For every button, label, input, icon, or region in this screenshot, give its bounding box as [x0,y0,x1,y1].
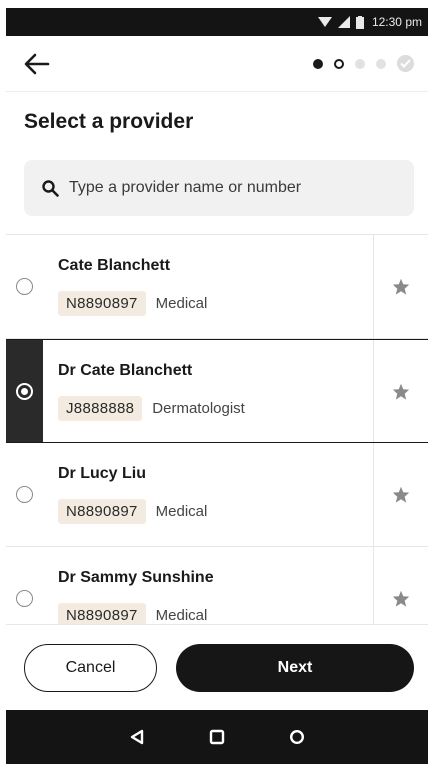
favorite-button[interactable] [374,235,428,338]
provider-row[interactable]: Dr Lucy Liu N8890897 Medical [6,443,428,547]
home-square-icon [209,729,225,745]
provider-info: Dr Lucy Liu N8890897 Medical [43,443,374,546]
battery-icon [355,15,364,29]
provider-info: Dr Sammy Sunshine N8890897 Medical [43,547,374,624]
back-button[interactable] [24,48,56,80]
provider-name: Dr Sammy Sunshine [58,569,214,586]
status-time: 12:30 pm [371,15,422,29]
search-icon [42,179,59,197]
star-icon [392,278,410,295]
star-icon [392,383,410,400]
favorite-button[interactable] [374,443,428,546]
star-icon [392,590,410,607]
arrow-left-icon [24,53,50,74]
step-dot-current [334,58,344,69]
step-dot-pending [355,58,365,69]
provider-type: Medical [155,607,208,624]
step-check-icon [397,55,414,72]
wifi-icon [317,17,332,27]
provider-number-badge: N8890897 [58,291,146,316]
provider-type: Medical [155,503,208,520]
favorite-button[interactable] [374,340,428,442]
provider-meta: N8890897 Medical [58,291,373,316]
search-box[interactable] [24,160,414,216]
radio-column [6,547,43,624]
next-button[interactable]: Next [176,643,414,692]
top-nav [6,36,428,92]
provider-row[interactable]: Dr Sammy Sunshine N8890897 Medical [6,547,428,624]
status-icons [317,15,364,29]
system-back-button[interactable] [129,729,145,745]
system-nav-bar [6,710,428,764]
step-dot-pending [376,58,386,69]
provider-name: Dr Cate Blanchett [58,362,193,379]
provider-list: Cate Blanchett N8890897 Medical Dr Cate … [6,234,428,624]
cancel-button[interactable]: Cancel [24,643,157,692]
provider-row-selected[interactable]: Dr Cate Blanchett J8888888 Dermatologist [6,339,428,443]
provider-type: Dermatologist [152,400,245,417]
provider-meta: J8888888 Dermatologist [58,396,373,421]
provider-info: Cate Blanchett N8890897 Medical [43,235,374,338]
provider-number-badge: N8890897 [58,603,146,624]
signal-icon [337,16,350,28]
system-recents-button[interactable] [289,729,305,745]
radio-column [6,340,43,442]
step-indicator [313,55,414,72]
provider-name: Dr Lucy Liu [58,465,147,482]
radio-column [6,443,43,546]
provider-number-badge: N8890897 [58,499,146,524]
provider-meta: N8890897 Medical [58,499,373,524]
provider-number-badge: J8888888 [58,396,143,421]
radio-button[interactable] [16,590,33,607]
footer-actions: Cancel Next [6,624,428,710]
system-home-button[interactable] [209,729,225,745]
radio-button[interactable] [16,278,33,295]
provider-meta: N8890897 Medical [58,603,373,624]
step-dot-complete [313,58,323,69]
recents-circle-icon [289,729,305,745]
page-title: Select a provider [24,110,194,133]
status-bar: 12:30 pm [6,8,428,36]
star-icon [392,486,410,503]
favorite-button[interactable] [374,547,428,624]
radio-button[interactable] [16,486,33,503]
search-input[interactable] [69,179,389,197]
radio-column [6,235,43,338]
provider-type: Medical [155,295,208,312]
back-triangle-icon [130,729,144,745]
provider-name: Cate Blanchett [58,257,171,274]
provider-row[interactable]: Cate Blanchett N8890897 Medical [6,235,428,339]
provider-info: Dr Cate Blanchett J8888888 Dermatologist [43,340,374,442]
radio-button-checked[interactable] [16,382,33,400]
